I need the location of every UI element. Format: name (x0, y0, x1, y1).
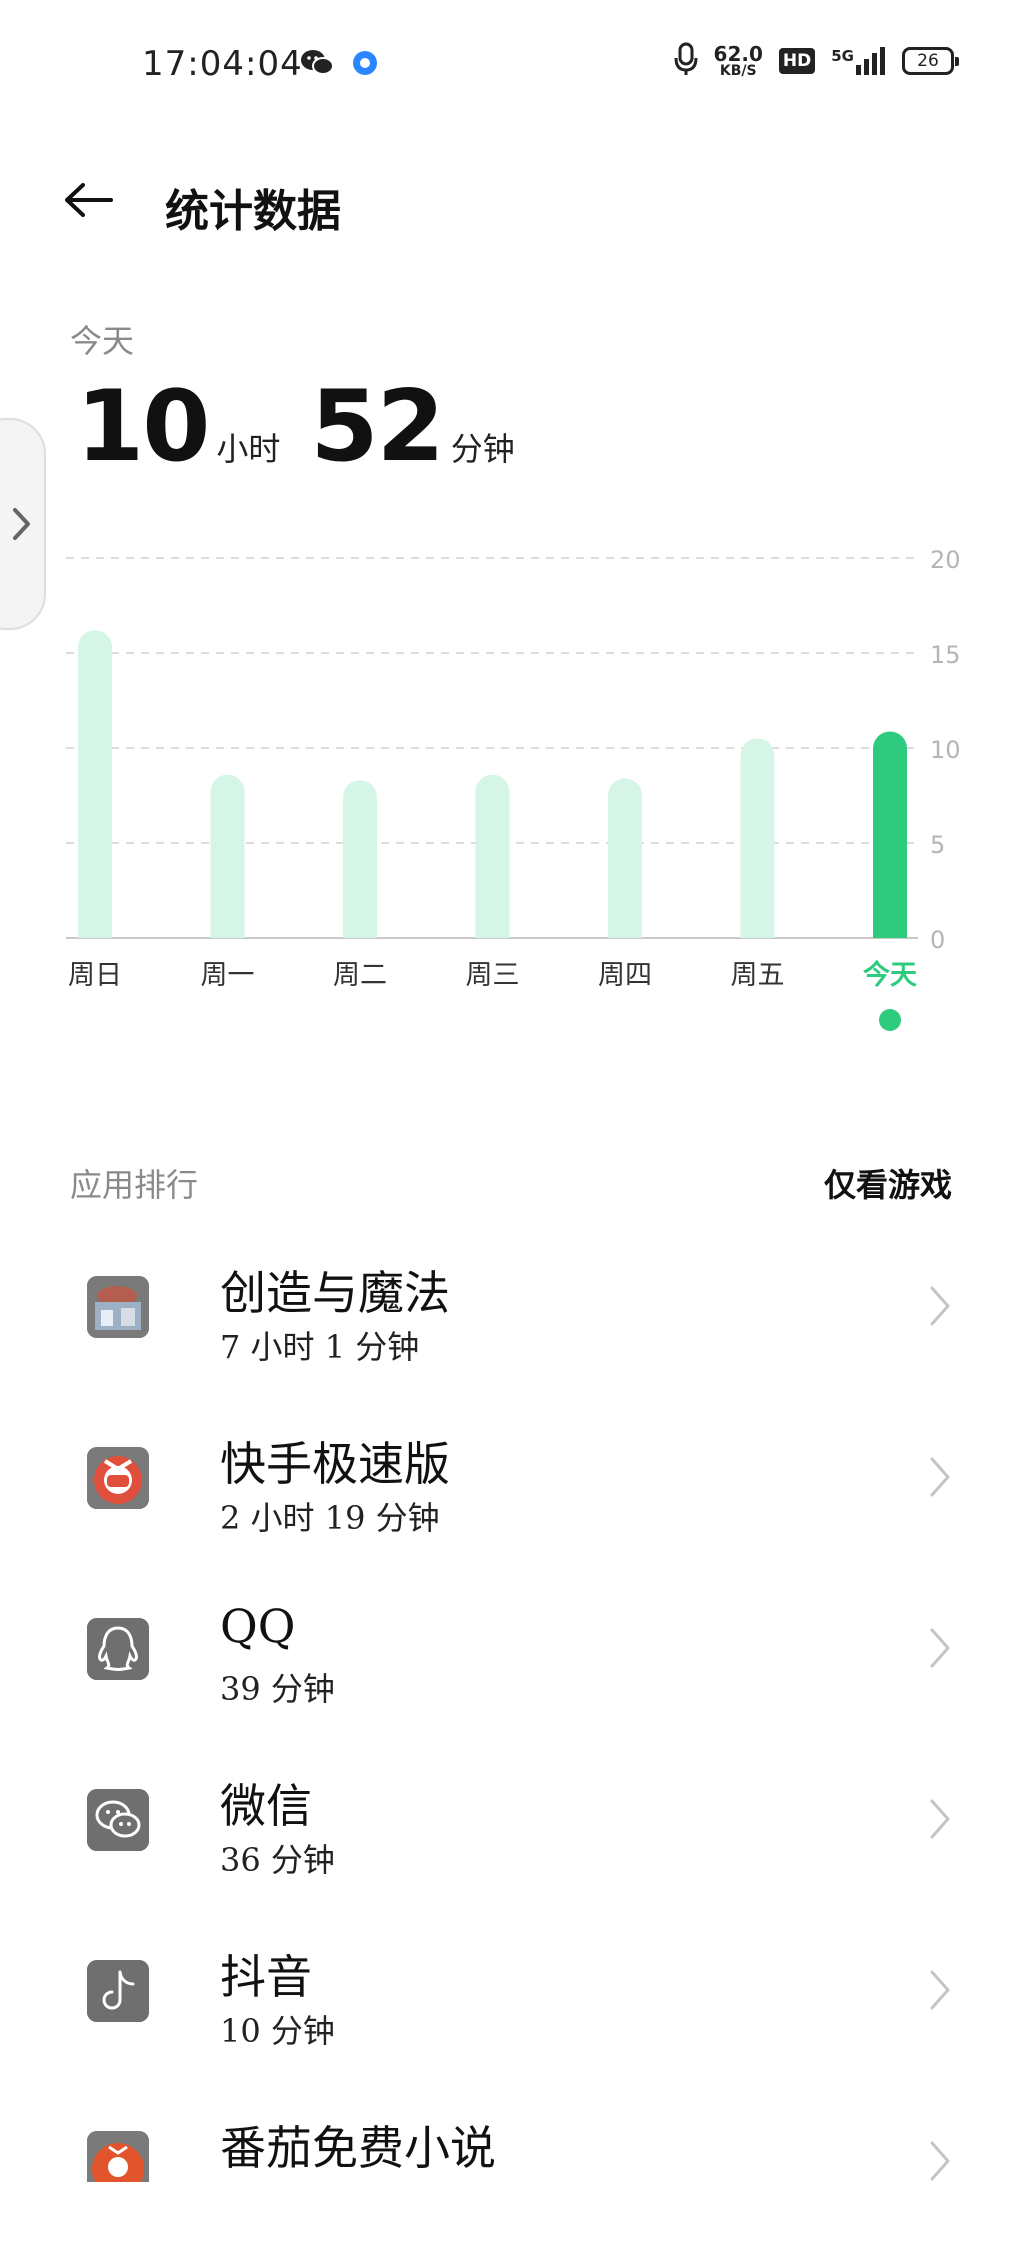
x-tick-label: 周四 (598, 960, 652, 991)
chart-bar[interactable] (608, 778, 642, 938)
app-usage-time: 39 分钟 (220, 1670, 335, 1708)
selected-day-indicator (879, 1009, 901, 1031)
period-label: 今天 (70, 322, 135, 360)
chart-bar-base (475, 921, 510, 938)
chart-bar[interactable] (78, 630, 112, 938)
ranking-title: 应用排行 (70, 1166, 199, 1204)
chart-bar[interactable] (740, 738, 775, 939)
signal-icon: 5G (831, 47, 886, 75)
x-tick-label: 周三 (466, 960, 520, 991)
x-tick-label: 周日 (68, 960, 122, 991)
app-name: 微信 (220, 1779, 312, 1833)
app-usage-time: 7 小时 1 分钟 (220, 1328, 420, 1366)
hours-unit: 小时 (216, 430, 281, 468)
qq-penguin-icon (87, 1618, 149, 1680)
minutes-value: 52 (310, 370, 444, 484)
page-title: 统计数据 (165, 186, 341, 237)
app-name: 番茄免费小说 (220, 2121, 496, 2175)
app-name: 抖音 (220, 1950, 312, 2004)
header: 统计数据 (0, 150, 1020, 250)
chevron-right-icon (928, 2139, 952, 2182)
app-list-item[interactable]: 微信 36 分钟 (0, 1735, 1020, 1906)
arrow-left-icon (65, 183, 113, 217)
x-tick-label: 今天 (863, 959, 917, 991)
status-left-icons (300, 48, 378, 82)
chevron-right-icon (928, 1626, 952, 1674)
network-type: 5G (831, 47, 854, 65)
wechat-icon (87, 1789, 149, 1851)
ranking-header: 应用排行 仅看游戏 (70, 1160, 952, 1206)
chart-bar-base (210, 921, 245, 938)
microphone-icon (674, 42, 698, 80)
battery-icon: 26 (902, 47, 959, 75)
games-only-filter[interactable]: 仅看游戏 (824, 1160, 952, 1206)
status-time: 17:04:04 (142, 44, 303, 84)
chart-bar-base (740, 921, 775, 938)
x-tick-label: 周五 (731, 960, 785, 991)
app-list-item[interactable]: 创造与魔法 7 小时 1 分钟 (0, 1222, 1020, 1393)
hd-badge: HD (778, 48, 816, 74)
chevron-right-icon (13, 508, 30, 540)
app-usage-time: 2 小时 19 分钟 (220, 1499, 440, 1537)
app-ranking-list: 创造与魔法 7 小时 1 分钟快手极速版 2 小时 19 分钟 QQ 39 分钟微信 36… (0, 1222, 1020, 2182)
net-speed-value: 62.0 (713, 42, 763, 66)
app-list-item[interactable]: QQ 39 分钟 (0, 1564, 1020, 1735)
chart-svg: 0 5 10 15 20 周日 周一 周二 周三 周四 周五 今天 (66, 546, 961, 1031)
y-tick-label: 0 (930, 926, 945, 954)
app-name: QQ (220, 1599, 296, 1653)
weekly-usage-chart: 0 5 10 15 20 周日 周一 周二 周三 周四 周五 今天 (0, 540, 1020, 1060)
chart-bar[interactable] (343, 780, 377, 938)
chevron-right-icon (928, 1968, 952, 2016)
app-name: 快手极速版 (220, 1437, 450, 1491)
back-button[interactable] (56, 170, 120, 230)
wechat-icon (300, 48, 334, 82)
tomato-novel-icon (87, 2131, 149, 2182)
y-tick-label: 20 (930, 546, 961, 574)
chevron-right-icon (928, 1284, 952, 1332)
notification-dot-icon (352, 50, 378, 80)
minutes-unit: 分钟 (450, 430, 515, 468)
hours-value: 10 (76, 370, 210, 484)
x-tick-label: 周二 (333, 960, 387, 991)
creation-magic-icon (87, 1276, 149, 1338)
kuaishou-icon (87, 1447, 149, 1509)
app-usage-time: 10 分钟 (220, 2012, 335, 2050)
chart-bar-base (873, 921, 907, 938)
chart-bar-base (78, 921, 112, 938)
chevron-right-icon (928, 1797, 952, 1845)
app-usage-time: 36 分钟 (220, 1841, 335, 1879)
chart-bar[interactable] (210, 774, 245, 938)
y-tick-label: 10 (930, 736, 961, 764)
y-tick-label: 5 (930, 831, 945, 859)
status-right-icons: 62.0 KB/S HD 5G 26 (674, 42, 959, 80)
chart-bar-base (608, 921, 642, 938)
app-list-item[interactable]: 抖音 10 分钟 (0, 1906, 1020, 2077)
app-list-item[interactable]: 快手极速版 2 小时 19 分钟 (0, 1393, 1020, 1564)
chart-bar[interactable] (475, 774, 510, 938)
douyin-icon (87, 1960, 149, 2022)
status-bar: 17:04:04 62.0 KB/S HD 5G 26 (0, 0, 1020, 130)
app-name: 创造与魔法 (220, 1266, 450, 1320)
y-tick-label: 15 (930, 641, 961, 669)
app-list-item[interactable]: 番茄免费小说 (0, 2077, 1020, 2182)
net-speed: 62.0 KB/S (714, 44, 763, 78)
total-usage-time: 10 小时 52 分钟 (76, 370, 545, 484)
x-tick-label: 周一 (201, 960, 255, 991)
chart-bar-base (343, 921, 377, 938)
chart-bar[interactable] (873, 731, 907, 938)
net-speed-unit: KB/S (719, 63, 757, 79)
chevron-right-icon (928, 1455, 952, 1503)
